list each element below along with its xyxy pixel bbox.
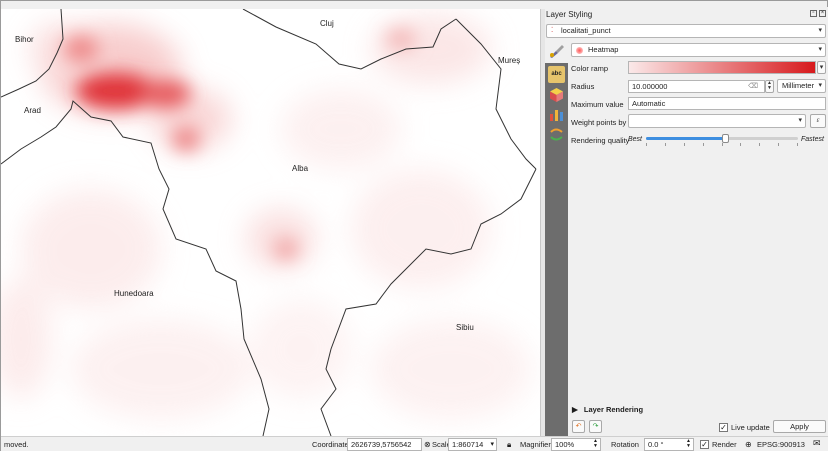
map-canvas[interactable]: Bihor Cluj Mureș Arad Alba Hunedoara Sib… [1, 9, 540, 436]
slider-tick [721, 143, 723, 146]
rotation-spin-icon: ▲ ▼ [686, 438, 691, 449]
render-label: Render [712, 440, 737, 449]
slider-tick [646, 143, 647, 146]
chevron-down-icon: ▾ [818, 27, 822, 34]
lock-icon[interactable]: 🔒︎ [507, 440, 511, 450]
style-tabs-toolbar: abc [545, 63, 568, 437]
weight-field-select[interactable]: ▾ [628, 114, 806, 128]
scale-field[interactable]: 1:860714 ▾ [448, 438, 497, 451]
county-label-bihor: Bihor [15, 35, 34, 44]
coordinate-label: Coordinate [312, 440, 349, 449]
status-bar: moved. Coordinate 2626739,5756542 ⊗ Scal… [1, 436, 828, 451]
status-message: moved. [4, 440, 29, 449]
3d-view-icon[interactable] [548, 86, 565, 103]
weight-points-label: Weight points by [571, 118, 627, 127]
expand-arrow-icon: ▶ [572, 405, 578, 414]
slider-fill [646, 137, 726, 140]
live-update-label: Live update [731, 423, 770, 432]
clear-field-icon[interactable]: ⌫ [748, 81, 758, 92]
slider-tick [759, 143, 761, 146]
layer-select-value: localitati_punct [561, 26, 611, 35]
history-icon[interactable] [548, 126, 565, 143]
slider-handle[interactable] [721, 134, 729, 143]
magnifier-spin-icon: ▲ ▼ [593, 438, 598, 449]
magnifier-field[interactable]: 100% ▲ ▼ [551, 438, 601, 451]
chevron-down-icon: ▾ [818, 46, 822, 53]
scale-value: 1:860714 [452, 440, 484, 449]
rotation-field[interactable]: 0.0 ° ▲ ▼ [644, 438, 694, 451]
point-layer-icon: ⁚ [551, 27, 554, 34]
slider-tick [683, 143, 685, 146]
layer-styling-panel: Layer Styling ▫ × ⁚ localitati_punct ▾ H… [545, 7, 828, 437]
chevron-down-icon: ▾ [818, 82, 822, 89]
radius-unit-value: Millimeter [782, 81, 815, 90]
layer-rendering-toggle[interactable]: ▶ Layer Rendering [572, 405, 643, 414]
undo-icon[interactable]: ↶ [572, 420, 585, 433]
county-label-arad: Arad [24, 106, 41, 115]
labels-icon[interactable]: abc [548, 66, 565, 83]
radius-spin-buttons[interactable]: ▲ ▼ [765, 80, 774, 93]
slider-tick [664, 143, 666, 146]
max-value-label: Maximum value [571, 100, 624, 109]
county-label-hunedoara: Hunedoara [114, 289, 154, 298]
apply-button[interactable]: Apply [773, 420, 826, 433]
render-checkbox[interactable]: ✓ [700, 440, 709, 449]
county-label-alba: Alba [292, 164, 309, 173]
crs-label[interactable]: EPSG:900913 [757, 440, 805, 449]
layer-rendering-label: Layer Rendering [583, 405, 644, 414]
heatmap-layer [1, 9, 537, 436]
color-ramp-label: Color ramp [571, 64, 609, 73]
toggle-extents-icon[interactable]: ⊗ [424, 440, 431, 449]
close-panel-button[interactable]: × [819, 10, 826, 17]
county-label-cluj: Cluj [320, 19, 334, 28]
slider-tick [702, 143, 704, 146]
live-update-checkbox[interactable]: ✓ [719, 423, 728, 432]
radius-value: 10.000000 [632, 82, 668, 91]
coordinate-field[interactable]: 2626739,5756542 [347, 438, 422, 451]
chevron-down-icon: ▾ [490, 441, 494, 448]
float-panel-button[interactable]: ▫ [810, 10, 817, 17]
quality-best-label: Best [628, 136, 643, 143]
radius-label: Radius [571, 82, 595, 91]
qgis-window: Bihor Cluj Mureș Arad Alba Hunedoara Sib… [0, 0, 828, 451]
color-ramp-menu-button[interactable]: ▾ [817, 61, 826, 74]
expression-icon[interactable]: ε [810, 114, 826, 128]
renderer-select[interactable]: Heatmap ▾ [571, 43, 826, 57]
slider-tick [740, 143, 742, 146]
color-ramp-button[interactable] [628, 61, 816, 74]
renderer-select-value: Heatmap [588, 45, 619, 54]
max-value-value: Automatic [632, 99, 666, 108]
magnifier-value: 100% [555, 440, 575, 449]
panel-title: Layer Styling [546, 10, 593, 19]
max-value-input[interactable]: Automatic [628, 97, 826, 110]
quality-fastest-label: Fastest [801, 136, 824, 143]
paint-brush-icon[interactable] [548, 43, 565, 59]
rotation-value: 0.0 ° [648, 440, 664, 449]
messages-icon[interactable]: ✉ [813, 438, 821, 449]
diagram-icon[interactable] [548, 106, 565, 123]
slider-tick [797, 143, 798, 146]
heatmap-icon [576, 47, 583, 54]
layer-select[interactable]: ⁚ localitati_punct ▾ [546, 24, 826, 38]
crs-globe-icon[interactable]: ⊕ [745, 440, 752, 449]
magnifier-label: Magnifier [520, 440, 551, 449]
county-label-mures: Mureș [498, 56, 521, 65]
radius-input[interactable]: 10.000000 ⌫ [628, 80, 765, 93]
slider-tick [778, 143, 780, 146]
chevron-down-icon: ▾ [798, 117, 802, 124]
county-label-sibiu: Sibiu [456, 323, 474, 332]
radius-unit-select[interactable]: Millimeter ▾ [777, 79, 826, 93]
rendering-quality-slider[interactable] [646, 134, 798, 146]
slider-ticks [646, 143, 798, 146]
rotation-label: Rotation [611, 440, 639, 449]
rendering-quality-label: Rendering quality [571, 136, 630, 145]
redo-icon[interactable]: ↷ [589, 420, 602, 433]
